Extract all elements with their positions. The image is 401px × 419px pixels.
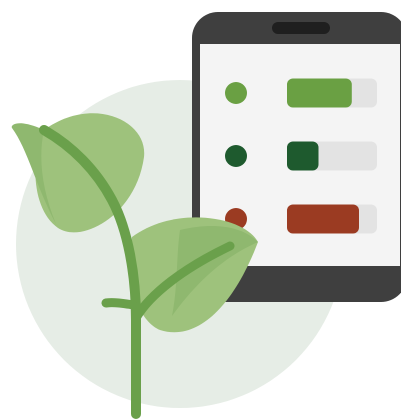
phone-speaker xyxy=(272,22,330,34)
plant-phone-illustration xyxy=(11,12,401,419)
status-bar-fill xyxy=(287,141,319,171)
status-bar-fill xyxy=(287,204,359,234)
status-dot xyxy=(225,82,247,104)
small-side-shoot xyxy=(101,298,138,310)
illustration-canvas xyxy=(0,0,401,419)
status-dot xyxy=(225,145,247,167)
status-bar-fill xyxy=(287,78,352,108)
